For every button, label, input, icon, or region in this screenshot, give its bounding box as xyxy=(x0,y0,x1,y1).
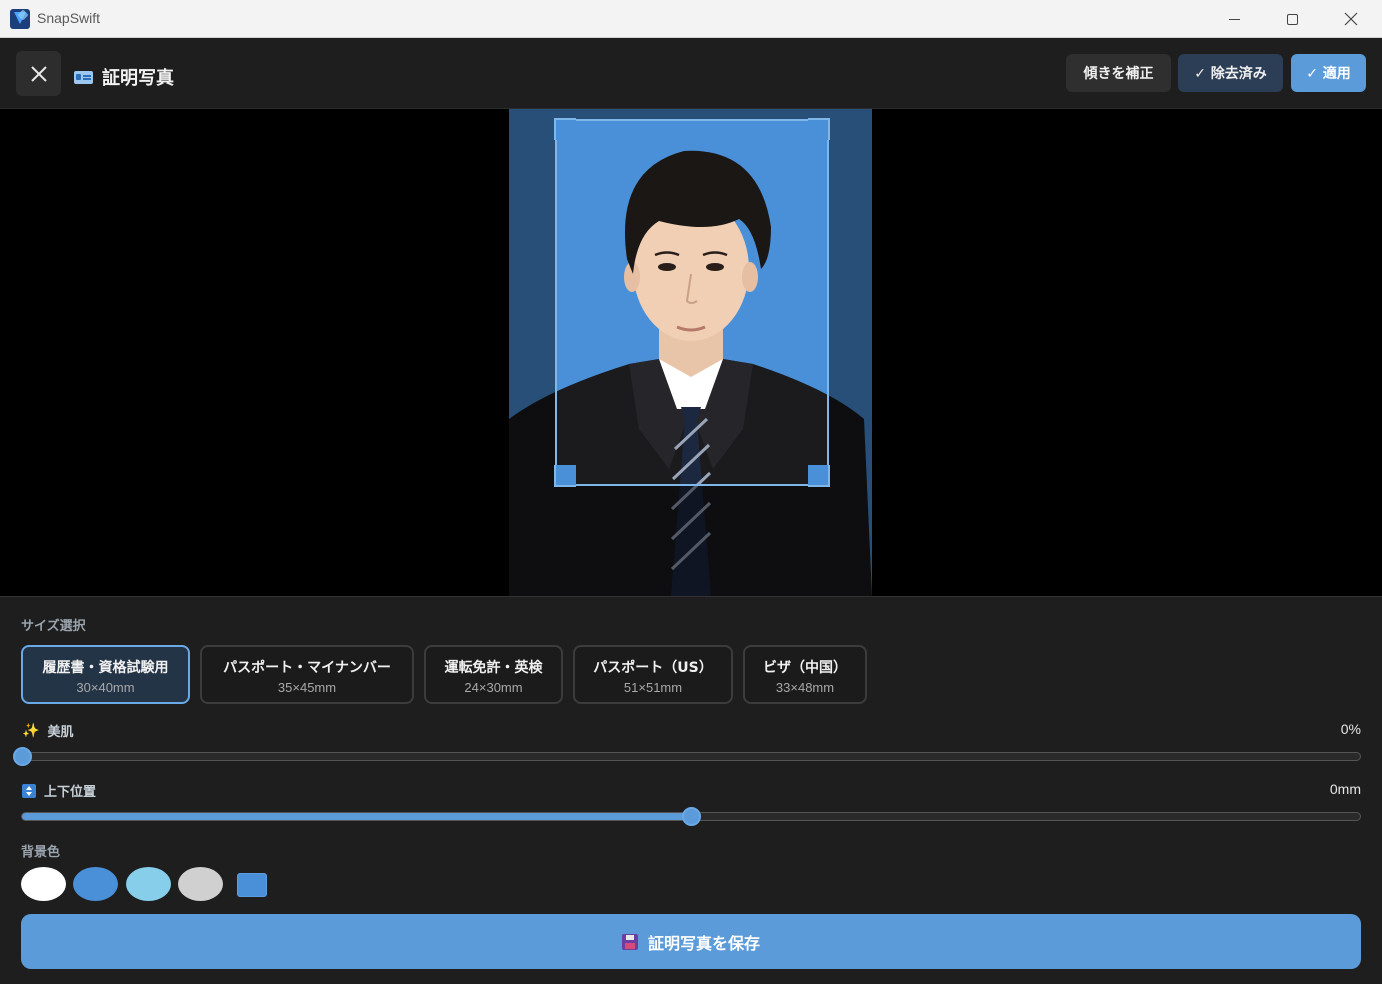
size-option-dimensions: 30×40mm xyxy=(76,680,135,695)
window-close-button[interactable] xyxy=(1322,0,1380,38)
sparkles-icon: ✨ xyxy=(22,722,40,739)
size-option-name: ビザ（中国） xyxy=(763,660,847,676)
custom-color-picker[interactable] xyxy=(237,873,267,897)
vertical-position-label: 上下位置 xyxy=(22,781,96,800)
crop-frame[interactable] xyxy=(554,118,830,487)
minimize-button[interactable] xyxy=(1205,0,1263,38)
save-photo-label: 証明写真を保存 xyxy=(647,933,760,953)
skin-smoothing-thumb[interactable] xyxy=(13,746,32,766)
background-removed-button[interactable]: ✓ 除去済み xyxy=(1178,54,1283,92)
vertical-position-text: 上下位置 xyxy=(44,785,97,800)
editor-header: 証明写真 傾きを補正 ✓ 除去済み ✓ 適用 xyxy=(0,38,1382,109)
size-option-name: 運転免許・英検 xyxy=(444,660,543,676)
skin-smoothing-text: 美肌 xyxy=(47,725,74,740)
apply-button[interactable]: ✓ 適用 xyxy=(1291,54,1366,92)
crop-outside-left xyxy=(509,109,555,596)
vertical-position-value: 0mm xyxy=(1329,781,1361,797)
size-option-dimensions: 24×30mm xyxy=(464,680,523,695)
swatch-light-blue[interactable] xyxy=(126,867,171,901)
crop-outside-top xyxy=(555,109,829,119)
id-card-icon xyxy=(74,71,93,84)
window-titlebar: SnapSwift xyxy=(0,0,1382,38)
size-option-visa-china[interactable]: ビザ（中国） 33×48mm xyxy=(743,645,867,704)
size-option-license[interactable]: 運転免許・英検 24×30mm xyxy=(424,645,563,704)
maximize-icon xyxy=(1286,13,1298,25)
size-option-name: パスポート・マイナンバー xyxy=(223,660,391,676)
size-option-name: 履歴書・資格試験用 xyxy=(42,660,169,676)
size-option-resume[interactable]: 履歴書・資格試験用 30×40mm xyxy=(21,645,190,704)
size-option-dimensions: 33×48mm xyxy=(775,680,835,695)
app-title: SnapSwift xyxy=(37,10,101,26)
tilt-correct-button[interactable]: 傾きを補正 xyxy=(1066,54,1171,92)
size-option-passport-us[interactable]: パスポート（US） 51×51mm xyxy=(573,645,733,704)
vertical-position-fill xyxy=(22,813,691,820)
skin-smoothing-slider[interactable] xyxy=(13,746,1361,766)
crop-handle-top-right[interactable] xyxy=(808,118,830,140)
size-option-dimensions: 35×45mm xyxy=(277,680,337,695)
photo-canvas xyxy=(0,109,1382,596)
vertical-position-thumb[interactable] xyxy=(682,806,701,826)
crop-handle-bottom-left[interactable] xyxy=(554,465,576,487)
skin-smoothing-value: 0% xyxy=(1340,721,1361,737)
background-color-label: 背景色 xyxy=(21,845,61,860)
vertical-position-slider[interactable] xyxy=(21,806,1361,826)
swatch-white[interactable] xyxy=(21,867,66,901)
page-title: 証明写真 xyxy=(102,68,174,89)
size-option-dimensions: 51×51mm xyxy=(623,680,683,695)
size-section-label: サイズ選択 xyxy=(21,619,86,634)
close-editor-button[interactable] xyxy=(16,51,61,96)
size-option-name: パスポート（US） xyxy=(593,660,713,676)
crop-handle-bottom-right[interactable] xyxy=(808,465,830,487)
maximize-button[interactable] xyxy=(1263,0,1321,38)
save-photo-button[interactable]: 証明写真を保存 xyxy=(21,914,1361,969)
floppy-disk-icon xyxy=(621,933,638,950)
crop-outside-right xyxy=(829,109,872,596)
size-option-passport-mynumber[interactable]: パスポート・マイナンバー 35×45mm xyxy=(200,645,414,704)
skin-smoothing-label: ✨ 美肌 xyxy=(22,721,74,741)
swatch-blue[interactable] xyxy=(73,867,118,901)
minimize-icon xyxy=(1228,18,1240,20)
up-down-arrow-icon xyxy=(22,783,36,798)
crop-outside-bottom xyxy=(555,486,829,596)
swatch-gray[interactable] xyxy=(178,867,223,901)
portrait-photo xyxy=(509,109,872,596)
controls-panel: サイズ選択 履歴書・資格試験用 30×40mm パスポート・マイナンバー 35×… xyxy=(0,596,1382,984)
snapswift-logo-icon xyxy=(10,9,30,29)
close-icon xyxy=(30,65,47,82)
close-icon xyxy=(1344,12,1358,26)
crop-handle-top-left[interactable] xyxy=(554,118,576,140)
